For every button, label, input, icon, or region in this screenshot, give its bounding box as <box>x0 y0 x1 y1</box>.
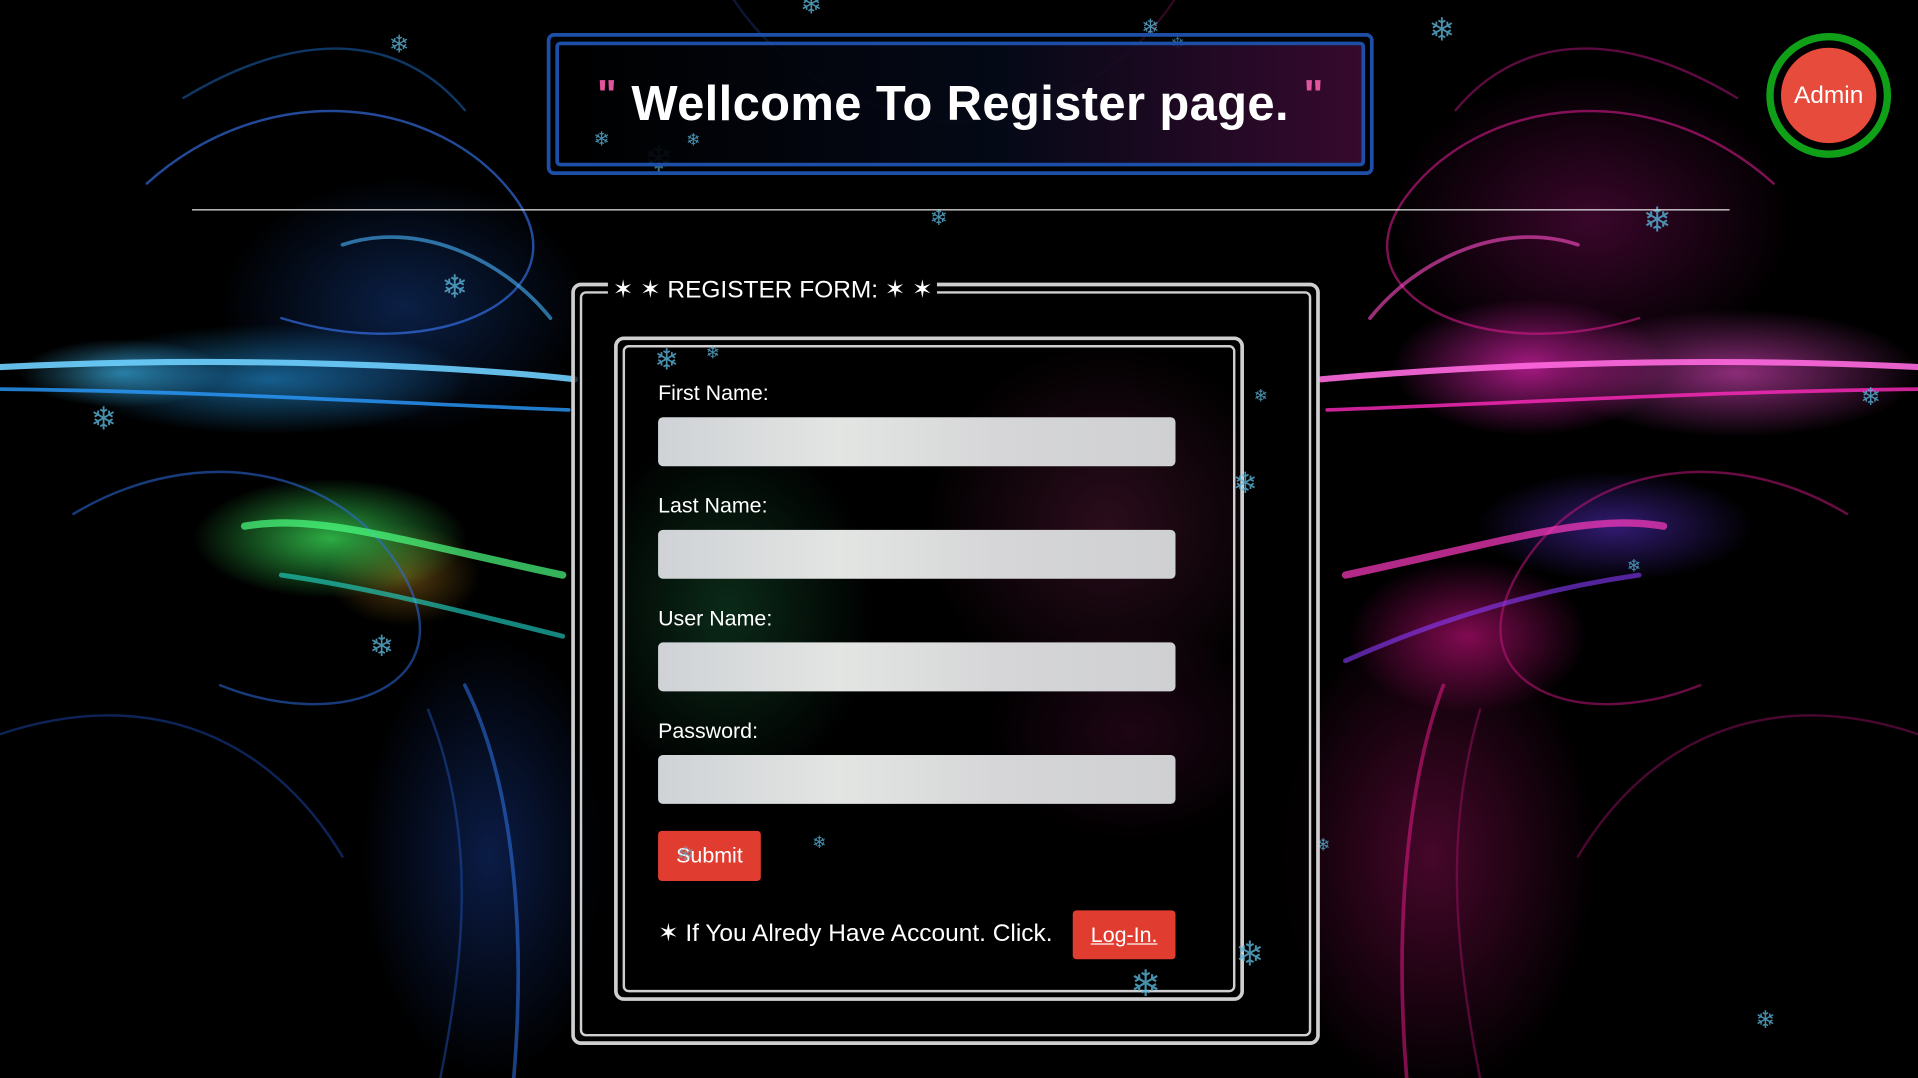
quote-open: " <box>597 72 617 119</box>
submit-button[interactable]: Submit <box>658 830 761 881</box>
register-form-legend: ✶ ✶ REGISTER FORM: ✶ ✶ <box>607 271 938 309</box>
snowflake-icon: ❄ <box>654 342 680 377</box>
user-name-input[interactable] <box>658 642 1176 692</box>
snowflake-icon: ❄ <box>676 841 695 868</box>
snowflake-icon: ❄ <box>90 401 118 439</box>
snowflake-icon: ❄ <box>1253 386 1269 407</box>
snowflake-icon: ❄ <box>441 269 469 306</box>
header-divider <box>192 209 1730 211</box>
snowflake-icon: ❄ <box>1428 12 1456 49</box>
snowflake-icon: ❄ <box>1235 933 1265 974</box>
password-input[interactable] <box>658 754 1176 804</box>
snowflake-icon: ❄ <box>705 343 721 364</box>
page-title-inner: " Wellcome To Register page. " <box>555 41 1366 167</box>
snowflake-icon: ❄ <box>1232 466 1258 501</box>
quote-close: " <box>1303 72 1324 119</box>
snowflake-icon: ❄ <box>1626 556 1642 577</box>
page-title: Wellcome To Register page. <box>631 76 1289 131</box>
existing-account-text: ✶ If You Alredy Have Account. Click. <box>658 920 1053 948</box>
password-label: Password: <box>658 718 759 743</box>
snowflake-icon: ❄ <box>1130 962 1161 1006</box>
admin-button[interactable]: Admin <box>1780 47 1877 144</box>
snowflake-icon: ❄ <box>593 127 610 151</box>
last-name-input[interactable] <box>658 529 1176 579</box>
snowflake-icon: ❄ <box>1755 1004 1776 1034</box>
snowflake-icon: ❄ <box>799 0 823 21</box>
snowflake-icon: ❄ <box>388 29 410 59</box>
snowflake-icon: ❄ <box>1860 381 1881 412</box>
first-name-input[interactable] <box>658 417 1176 467</box>
snowflake-icon: ❄ <box>369 628 395 664</box>
login-link-button[interactable]: Log-In. <box>1072 910 1176 960</box>
admin-ring: Admin <box>1766 33 1892 158</box>
snowflake-icon: ❄ <box>929 205 949 232</box>
user-name-label: User Name: <box>658 605 773 631</box>
first-name-label: First Name: <box>658 380 769 406</box>
last-name-label: Last Name: <box>658 493 768 518</box>
snowflake-icon: ❄ <box>812 833 827 853</box>
page-title-banner: " Wellcome To Register page. " <box>546 33 1374 175</box>
snowflake-icon: ❄ <box>686 130 701 151</box>
